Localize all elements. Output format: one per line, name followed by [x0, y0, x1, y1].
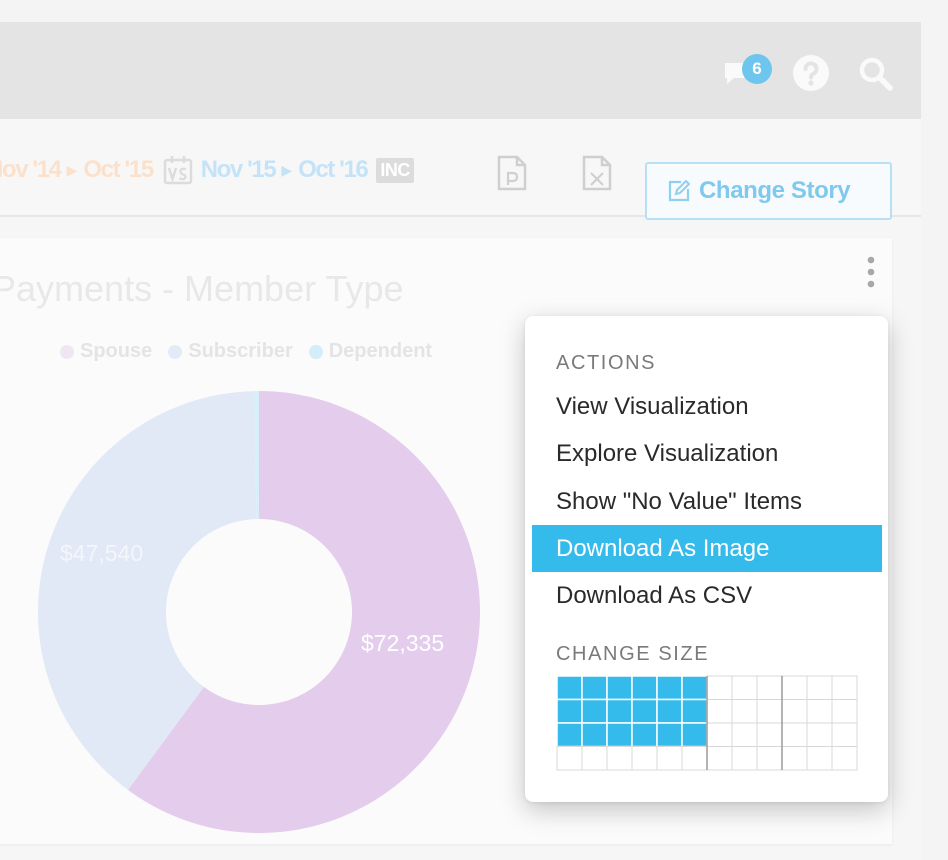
size-cell[interactable] [631, 746, 658, 771]
size-cell[interactable] [631, 722, 658, 748]
size-cell[interactable] [806, 722, 833, 747]
chart-legend: Spouse Subscriber Dependent [60, 340, 448, 363]
size-cell[interactable] [681, 722, 708, 748]
change-story-button[interactable]: Change Story [645, 162, 892, 220]
size-cell[interactable] [656, 698, 683, 724]
calendar-vs-icon [163, 156, 192, 185]
inc-badge[interactable]: INC [376, 157, 414, 183]
size-cell[interactable] [656, 675, 683, 701]
menu-item-show-no-value[interactable]: Show "No Value" Items [532, 478, 882, 525]
legend-item-dependent[interactable]: Dependent [308, 340, 433, 363]
notification-badge[interactable]: 6 [742, 54, 772, 84]
size-cell[interactable] [831, 675, 858, 700]
size-cell[interactable] [831, 722, 858, 747]
size-cell[interactable] [756, 722, 783, 747]
size-cell[interactable] [756, 746, 783, 771]
size-cell[interactable] [556, 746, 583, 771]
legend-label: Dependent [328, 340, 433, 362]
size-cell[interactable] [631, 698, 658, 724]
date-ranges: Nov '14 ▶ Oct '15 Nov '15 ▶ Oct '16 INC [0, 155, 414, 185]
menu-item-view-visualization[interactable]: View Visualization [532, 383, 882, 430]
range1-start[interactable]: Nov '14 [0, 156, 62, 184]
size-cell[interactable] [731, 722, 758, 747]
size-cell[interactable] [731, 699, 758, 724]
size-cell[interactable] [706, 746, 733, 771]
arrow-right-icon: ▶ [66, 161, 78, 178]
legend-dot [168, 344, 183, 359]
size-cell[interactable] [731, 675, 758, 700]
size-cell[interactable] [781, 746, 808, 771]
size-cell[interactable] [706, 675, 733, 700]
size-cell[interactable] [781, 675, 808, 700]
legend-item-subscriber[interactable]: Subscriber [168, 340, 293, 363]
size-cell[interactable] [656, 746, 683, 771]
slice-label-spouse: $72,335 [361, 630, 445, 656]
size-cell[interactable] [556, 675, 583, 701]
change-size-heading: CHANGE SIZE [556, 643, 710, 665]
menu-item-download-image[interactable]: Download As Image [532, 525, 882, 572]
range1-end[interactable]: Oct '15 [83, 156, 154, 184]
size-cell[interactable] [756, 675, 783, 700]
size-cell[interactable] [806, 699, 833, 724]
xls-export-icon[interactable] [582, 155, 612, 191]
dashboard-page: 6 Nov '14 ▶ Oct '15 Nov '15 ▶ Oct [0, 22, 921, 860]
size-cell[interactable] [581, 698, 608, 724]
legend-label: Subscriber [188, 340, 293, 362]
size-cell[interactable] [806, 675, 833, 700]
legend-label: Spouse [80, 340, 153, 362]
search-icon[interactable] [858, 56, 894, 92]
size-cell[interactable] [781, 699, 808, 724]
card-title: Payments - Member Type [0, 268, 404, 309]
help-icon[interactable] [793, 55, 829, 91]
size-cell[interactable] [756, 699, 783, 724]
size-cell[interactable] [556, 722, 583, 748]
size-grid[interactable] [556, 675, 858, 771]
more-options-icon[interactable] [866, 256, 876, 288]
pdf-export-icon[interactable] [497, 155, 527, 191]
size-cell[interactable] [681, 746, 708, 771]
size-cell[interactable] [656, 722, 683, 748]
size-cell[interactable] [581, 675, 608, 701]
size-cell[interactable] [556, 698, 583, 724]
size-cell[interactable] [606, 722, 633, 748]
top-bar: 6 [0, 22, 921, 119]
size-cell[interactable] [606, 675, 633, 701]
change-story-label: Change Story [699, 177, 851, 204]
legend-dot [308, 344, 323, 359]
size-cell[interactable] [581, 722, 608, 748]
size-cell[interactable] [681, 698, 708, 724]
size-cell[interactable] [581, 746, 608, 771]
menu-item-download-csv[interactable]: Download As CSV [532, 572, 882, 619]
menu-item-explore-visualization[interactable]: Explore Visualization [532, 430, 882, 477]
size-cell[interactable] [831, 746, 858, 771]
legend-dot [60, 344, 74, 359]
size-cell[interactable] [731, 746, 758, 771]
notifications[interactable]: 6 [722, 54, 772, 90]
size-cell[interactable] [706, 722, 733, 747]
actions-menu: ACTIONS View Visualization Explore Visua… [525, 316, 888, 802]
slice-label-subscriber: $47,540 [60, 540, 144, 566]
actions-heading: ACTIONS [556, 352, 657, 374]
size-cell[interactable] [606, 746, 633, 771]
size-cell[interactable] [706, 699, 733, 724]
legend-item-spouse[interactable]: Spouse [60, 340, 152, 363]
size-cell[interactable] [781, 722, 808, 747]
arrow-right-icon: ▶ [281, 161, 293, 178]
size-cell[interactable] [831, 699, 858, 724]
size-cell[interactable] [606, 698, 633, 724]
size-cell[interactable] [631, 675, 658, 701]
report-toolbar: Nov '14 ▶ Oct '15 Nov '15 ▶ Oct '16 INC [0, 119, 921, 220]
size-cell[interactable] [681, 675, 708, 701]
edit-icon [668, 179, 691, 202]
range2-start[interactable]: Nov '15 [201, 156, 277, 184]
size-cell[interactable] [806, 746, 833, 771]
range2-end[interactable]: Oct '16 [298, 156, 369, 184]
